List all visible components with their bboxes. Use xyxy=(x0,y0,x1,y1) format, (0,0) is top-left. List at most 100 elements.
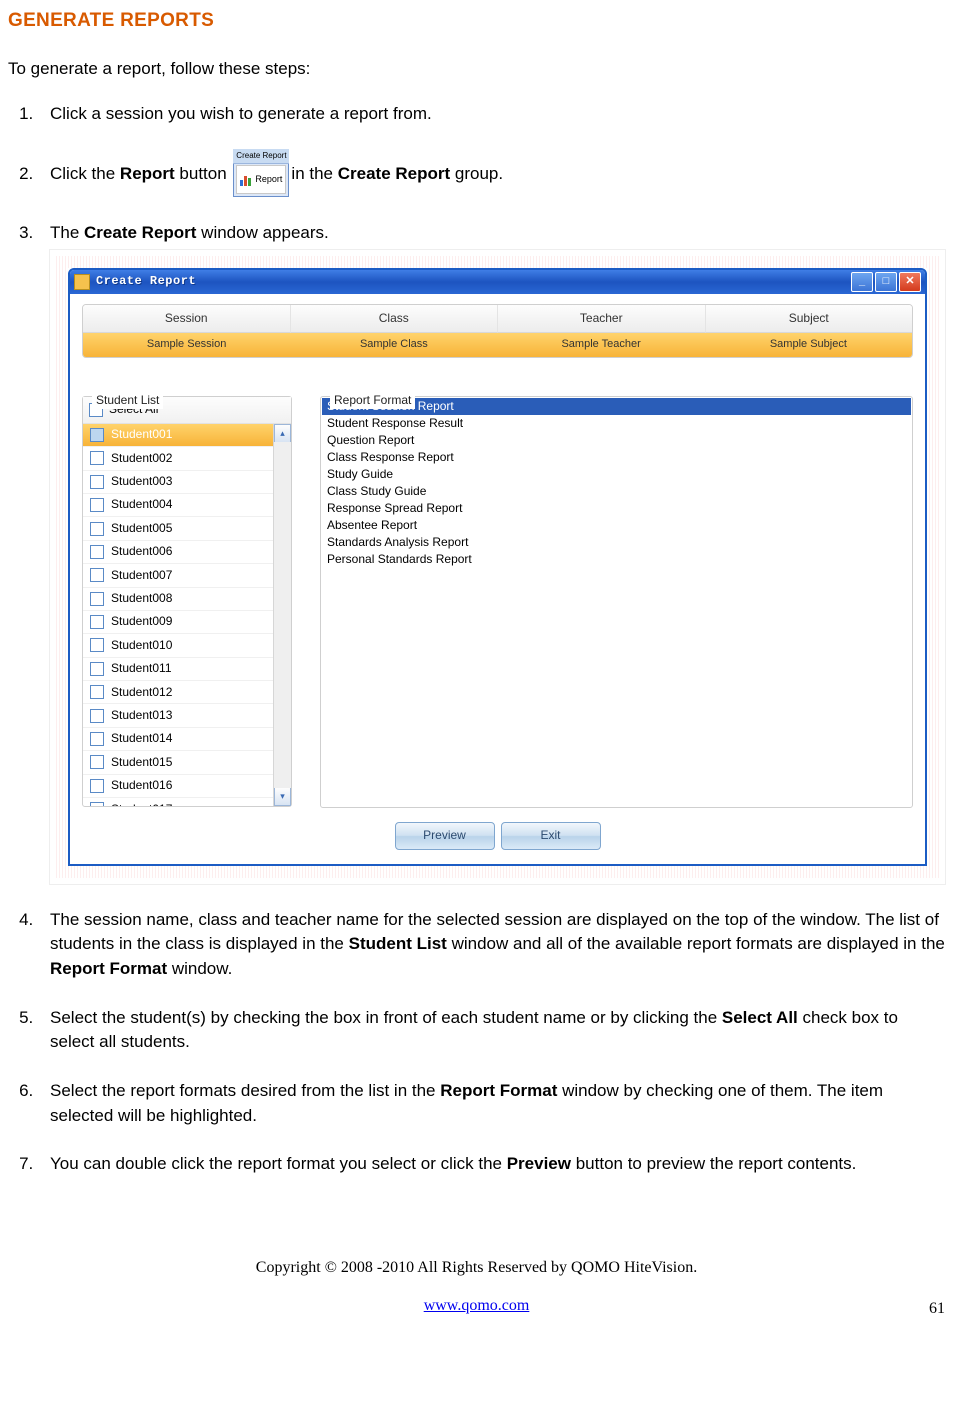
student-name: Student014 xyxy=(111,730,172,747)
student-checkbox[interactable] xyxy=(90,568,104,582)
step-3-bold: Create Report xyxy=(84,223,196,242)
format-item[interactable]: Student Response Result xyxy=(322,415,911,432)
student-list-scrollbar[interactable]: ▴ ▾ xyxy=(273,424,291,806)
student-checkbox[interactable] xyxy=(90,732,104,746)
student-name: Student005 xyxy=(111,520,172,537)
step-2-bold-report: Report xyxy=(120,164,175,183)
step-2-text-c: button xyxy=(175,164,232,183)
step-3-text-a: The xyxy=(50,223,84,242)
student-row[interactable]: Student004 xyxy=(83,494,274,517)
student-row[interactable]: Student012 xyxy=(83,681,274,704)
window-icon xyxy=(74,274,90,290)
step-5-bold: Select All xyxy=(722,1008,798,1027)
student-row[interactable]: Student008 xyxy=(83,588,274,611)
step-2-bold-create-report: Create Report xyxy=(338,164,450,183)
format-item[interactable]: Class Response Report xyxy=(322,449,911,466)
student-checkbox[interactable] xyxy=(90,522,104,536)
bar-chart-icon xyxy=(240,174,252,186)
step-2-text-a: Click the xyxy=(50,164,120,183)
report-format-label: Report Format xyxy=(330,392,415,409)
session-info-header: Session Class Teacher Subject Sample Ses… xyxy=(82,304,913,358)
step-1-text: Click a session you wish to generate a r… xyxy=(50,104,432,123)
format-item[interactable]: Question Report xyxy=(322,432,911,449)
step-3: The Create Report window appears. Create… xyxy=(38,221,945,884)
step-6-bold: Report Format xyxy=(440,1081,557,1100)
step-1: Click a session you wish to generate a r… xyxy=(38,102,945,127)
col-teacher: Teacher xyxy=(497,305,705,333)
step-5: Select the student(s) by checking the bo… xyxy=(38,1006,945,1055)
footer-url[interactable]: www.qomo.com xyxy=(424,1295,530,1317)
student-row[interactable]: Student015 xyxy=(83,751,274,774)
student-name: Student003 xyxy=(111,473,172,490)
copyright-text: Copyright © 2008 -2010 All Rights Reserv… xyxy=(8,1257,945,1279)
student-name: Student010 xyxy=(111,637,172,654)
scroll-down-icon[interactable]: ▾ xyxy=(274,788,291,806)
student-checkbox[interactable] xyxy=(90,755,104,769)
student-row[interactable]: Student006 xyxy=(83,541,274,564)
student-checkbox[interactable] xyxy=(90,498,104,512)
student-name: Student011 xyxy=(111,660,172,677)
create-report-window: Create Report _ □ ✕ Session Class Teache… xyxy=(68,268,927,866)
student-row[interactable]: Student010 xyxy=(83,634,274,657)
col-session: Session xyxy=(83,305,290,333)
student-row[interactable]: Student009 xyxy=(83,611,274,634)
student-name: Student009 xyxy=(111,613,172,630)
student-row[interactable]: Student001 xyxy=(83,424,274,447)
step-6: Select the report formats desired from t… xyxy=(38,1079,945,1128)
student-checkbox[interactable] xyxy=(90,709,104,723)
scroll-up-icon[interactable]: ▴ xyxy=(274,424,291,442)
student-checkbox[interactable] xyxy=(90,545,104,559)
step-4-bold-2: Report Format xyxy=(50,959,167,978)
report-button-label: Report xyxy=(255,173,282,186)
format-item[interactable]: Response Spread Report xyxy=(322,500,911,517)
exit-button[interactable]: Exit xyxy=(501,822,601,849)
format-item[interactable]: Absentee Report xyxy=(322,517,911,534)
report-button-icon: Create Report Report xyxy=(233,151,289,197)
student-checkbox[interactable] xyxy=(90,592,104,606)
student-row[interactable]: Student003 xyxy=(83,471,274,494)
val-teacher: Sample Teacher xyxy=(498,333,705,357)
val-subject: Sample Subject xyxy=(705,333,912,357)
student-row[interactable]: Student013 xyxy=(83,704,274,727)
student-row[interactable]: Student007 xyxy=(83,564,274,587)
minimize-button[interactable]: _ xyxy=(851,272,873,292)
student-row[interactable]: Student002 xyxy=(83,447,274,470)
step-7-text-a: You can double click the report format y… xyxy=(50,1154,507,1173)
student-checkbox[interactable] xyxy=(90,779,104,793)
step-4-bold-1: Student List xyxy=(349,934,447,953)
format-item[interactable]: Study Guide xyxy=(322,466,911,483)
student-row[interactable]: Student011 xyxy=(83,658,274,681)
student-checkbox[interactable] xyxy=(90,662,104,676)
format-item[interactable]: Standards Analysis Report xyxy=(322,534,911,551)
step-2: Click the Report button Create Report Re… xyxy=(38,151,945,197)
student-name: Student012 xyxy=(111,684,172,701)
student-row[interactable]: Student016 xyxy=(83,775,274,798)
student-checkbox[interactable] xyxy=(90,451,104,465)
col-subject: Subject xyxy=(705,305,913,333)
val-class: Sample Class xyxy=(290,333,497,357)
student-checkbox[interactable] xyxy=(90,428,104,442)
student-row[interactable]: Student014 xyxy=(83,728,274,751)
step-2-text-f: group. xyxy=(450,164,503,183)
step-7-text-c: button to preview the report contents. xyxy=(571,1154,856,1173)
student-checkbox[interactable] xyxy=(90,685,104,699)
student-checkbox[interactable] xyxy=(90,802,104,806)
student-row[interactable]: Student017 xyxy=(83,798,274,806)
close-button[interactable]: ✕ xyxy=(899,272,921,292)
format-item[interactable]: Personal Standards Report xyxy=(322,551,911,568)
student-checkbox[interactable] xyxy=(90,638,104,652)
preview-button[interactable]: Preview xyxy=(395,822,495,849)
step-4-text-c: window and all of the available report f… xyxy=(447,934,945,953)
student-name: Student008 xyxy=(111,590,172,607)
step-6-text-a: Select the report formats desired from t… xyxy=(50,1081,440,1100)
steps-list: Click a session you wish to generate a r… xyxy=(38,102,945,1177)
create-report-screenshot: Create Report _ □ ✕ Session Class Teache… xyxy=(50,250,945,884)
maximize-button[interactable]: □ xyxy=(875,272,897,292)
col-class: Class xyxy=(290,305,498,333)
student-name: Student007 xyxy=(111,567,172,584)
student-checkbox[interactable] xyxy=(90,615,104,629)
student-checkbox[interactable] xyxy=(90,475,104,489)
format-item[interactable]: Class Study Guide xyxy=(322,483,911,500)
student-row[interactable]: Student005 xyxy=(83,517,274,540)
report-format-panel: Student Session Report Student Response … xyxy=(320,396,913,808)
